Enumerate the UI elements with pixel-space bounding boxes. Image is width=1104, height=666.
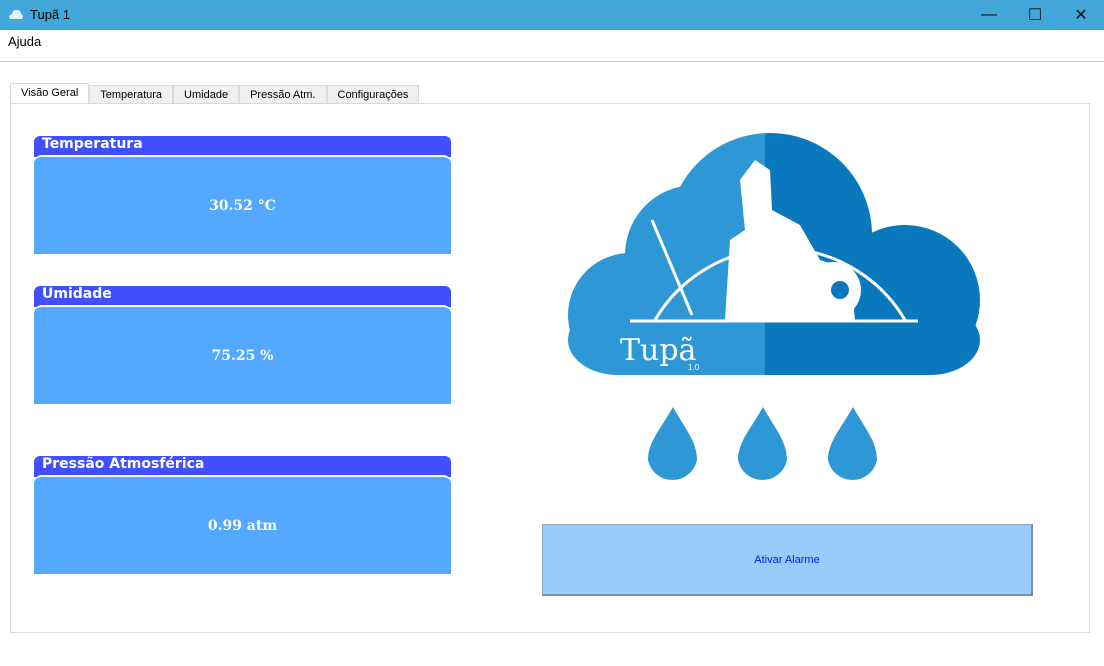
panel-title: Temperatura — [34, 136, 451, 157]
tupa-logo-cloud: Tupã 1.0 — [568, 133, 980, 481]
menu-bar: Ajuda — [0, 30, 1104, 62]
app-cloud-icon — [9, 9, 23, 19]
minimize-button[interactable]: — — [966, 0, 1012, 30]
tab-settings[interactable]: Configurações — [326, 85, 420, 105]
raindrop-icon — [738, 407, 787, 481]
menu-help[interactable]: Ajuda — [8, 34, 41, 49]
tab-humidity[interactable]: Umidade — [173, 85, 240, 105]
logo-name: Tupã — [620, 333, 697, 368]
pressure-panel: Pressão Atmosférica 0.99 atm — [34, 456, 451, 574]
window-title: Tupã 1 — [30, 7, 70, 22]
tab-overview[interactable]: Visão Geral — [10, 83, 90, 104]
raindrop-icon — [828, 407, 877, 481]
tab-pressure[interactable]: Pressão Atm. — [239, 85, 327, 105]
tab-strip: Visão Geral Temperatura Umidade Pressão … — [10, 83, 420, 105]
tab-temperature[interactable]: Temperatura — [89, 85, 174, 105]
panel-title: Umidade — [34, 286, 451, 307]
temperature-panel: Temperatura 30.52 °C — [34, 136, 451, 254]
panel-title: Pressão Atmosférica — [34, 456, 451, 477]
pressure-value: 0.99 atm — [34, 475, 451, 574]
maximize-button[interactable]: ☐ — [1012, 0, 1058, 30]
humidity-value: 75.25 % — [34, 305, 451, 404]
raindrop-icon — [648, 407, 697, 481]
temperature-value: 30.52 °C — [34, 155, 451, 254]
humidity-panel: Umidade 75.25 % — [34, 286, 451, 404]
logo-version: 1.0 — [688, 363, 700, 372]
close-button[interactable]: ✕ — [1058, 0, 1104, 30]
title-bar: Tupã 1 — ☐ ✕ — [0, 0, 1104, 30]
activate-alarm-button[interactable]: Ativar Alarme — [542, 524, 1033, 596]
